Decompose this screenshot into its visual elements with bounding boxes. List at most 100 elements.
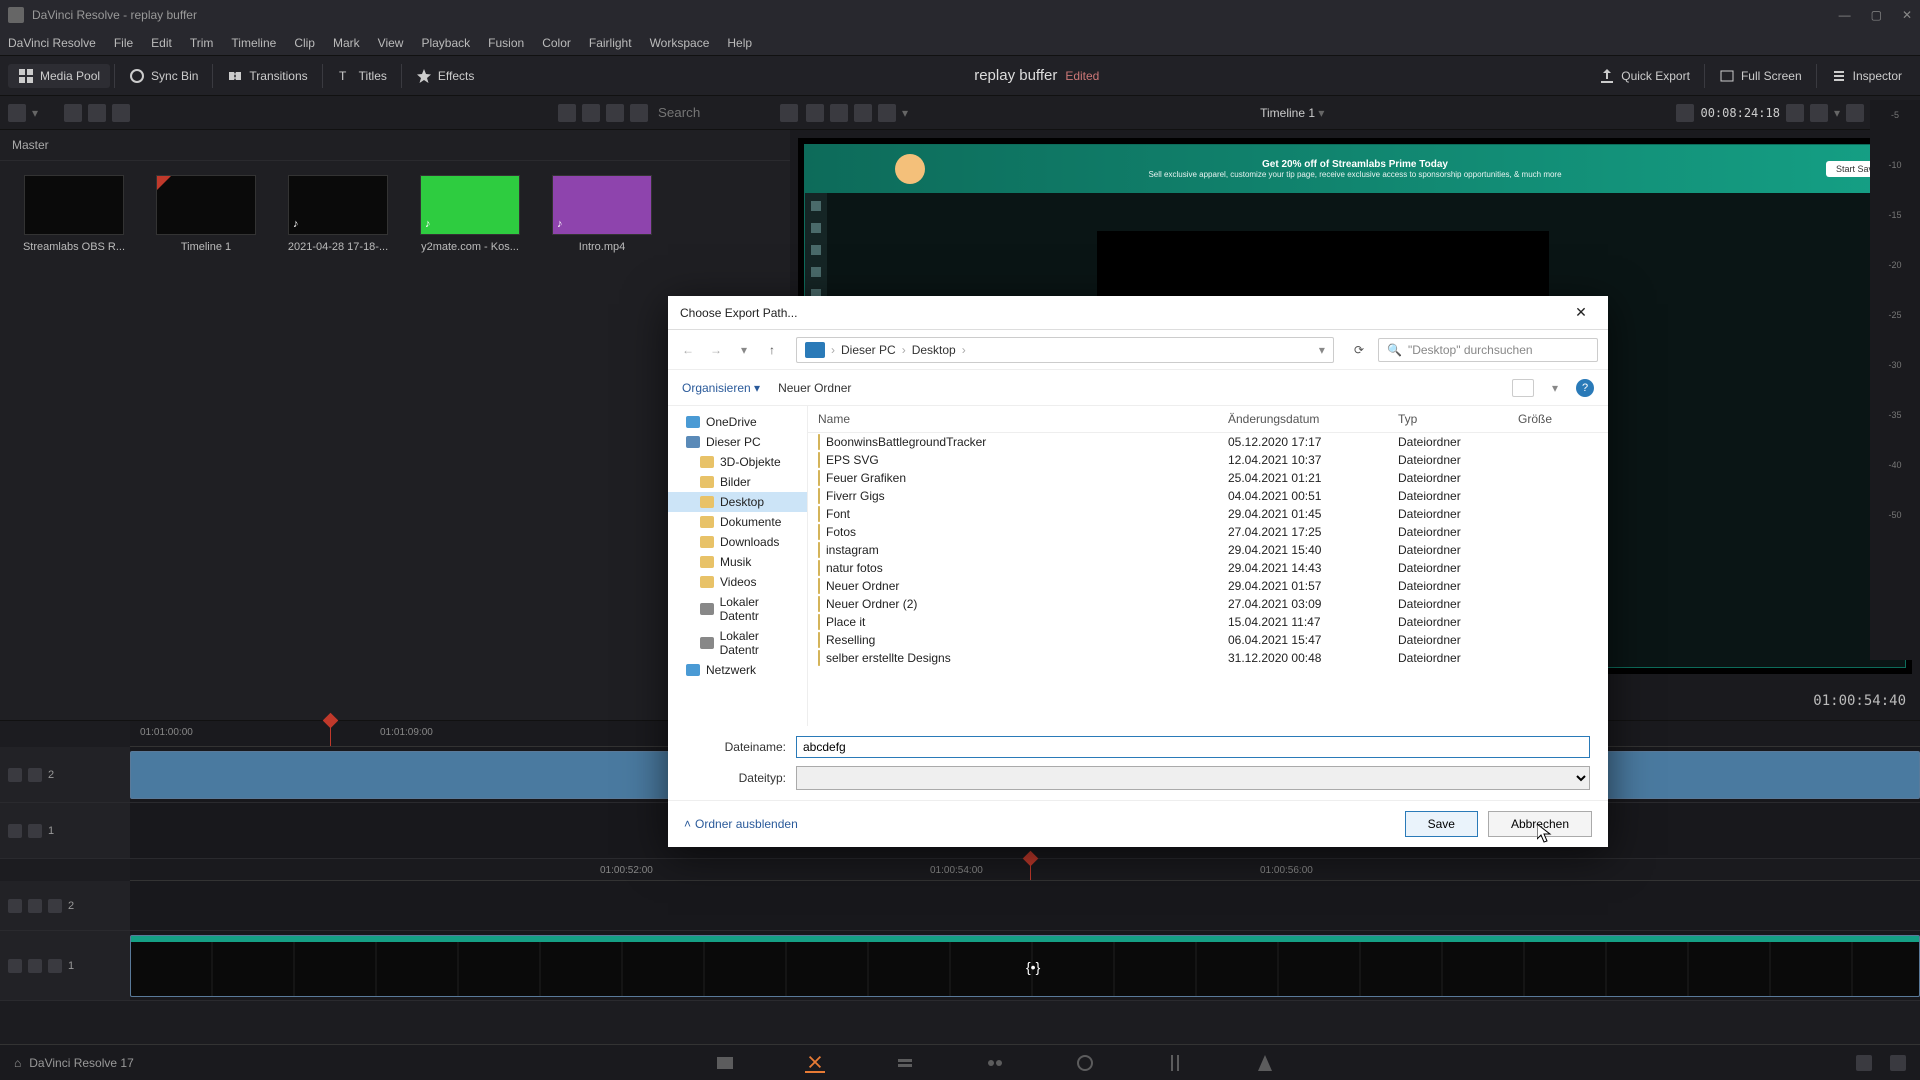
tree-item[interactable]: Lokaler Datentr [668, 626, 807, 660]
list-item[interactable]: Fotos27.04.2021 17:25Dateiordner [808, 523, 1608, 541]
tree-item[interactable]: Dieser PC [668, 432, 807, 452]
breadcrumb[interactable]: Dieser PC [841, 343, 896, 357]
media-clip[interactable]: ♪y2mate.com - Kos... [410, 175, 530, 253]
minimize-button[interactable]: — [1839, 8, 1851, 22]
quick-export-button[interactable]: Quick Export [1589, 64, 1700, 88]
refresh-button[interactable]: ⟳ [1348, 343, 1370, 357]
list-view-icon[interactable] [582, 104, 600, 122]
hide-folders-button[interactable]: ˄ Ordner ausblenden [684, 817, 798, 831]
marker-icon[interactable]: {•} [1026, 959, 1040, 975]
track-lock-icon[interactable] [8, 768, 22, 782]
edit-page-icon[interactable] [895, 1053, 915, 1073]
fusion-page-icon[interactable] [985, 1053, 1005, 1073]
home-icon[interactable]: ⌂ [14, 1056, 21, 1070]
track-solo-icon[interactable] [28, 959, 42, 973]
list-item[interactable]: Reselling06.04.2021 15:47Dateiordner [808, 631, 1608, 649]
menu-edit[interactable]: Edit [151, 36, 172, 50]
audio-video-clip[interactable] [130, 935, 1920, 997]
viewer-opt4-icon[interactable] [878, 104, 896, 122]
list-item[interactable]: selber erstellte Designs31.12.2020 00:48… [808, 649, 1608, 667]
overview-playhead[interactable] [330, 721, 331, 746]
list-item[interactable]: Font29.04.2021 01:45Dateiordner [808, 505, 1608, 523]
menu-mark[interactable]: Mark [333, 36, 360, 50]
sync-bin-button[interactable]: Sync Bin [119, 64, 208, 88]
nav-forward-button[interactable]: → [706, 343, 726, 357]
close-button[interactable]: ✕ [1902, 8, 1912, 22]
tree-item[interactable]: Musik [668, 552, 807, 572]
track-lock-icon[interactable] [8, 824, 22, 838]
titles-button[interactable]: T Titles [327, 64, 397, 88]
search-input[interactable] [654, 101, 774, 124]
viewer-opt1-icon[interactable] [806, 104, 824, 122]
sort-icon[interactable] [780, 104, 798, 122]
timeline-ruler-detail[interactable]: 01:00:52:00 01:00:54:00 01:00:56:00 [130, 859, 1920, 881]
new-folder-button[interactable]: Neuer Ordner [778, 381, 851, 395]
menu-color[interactable]: Color [542, 36, 571, 50]
effects-button[interactable]: Effects [406, 64, 484, 88]
media-page-icon[interactable] [715, 1053, 735, 1073]
thumbnail-view-icon[interactable] [558, 104, 576, 122]
project-settings-icon[interactable] [1890, 1055, 1906, 1071]
cut-page-icon[interactable] [805, 1053, 825, 1073]
list-item[interactable]: instagram29.04.2021 15:40Dateiordner [808, 541, 1608, 559]
media-clip[interactable]: ♪2021-04-28 17-18-... [278, 175, 398, 253]
bin-list-icon[interactable] [8, 104, 26, 122]
tree-item[interactable]: Bilder [668, 472, 807, 492]
dialog-close-button[interactable]: ✕ [1566, 304, 1596, 321]
list-item[interactable]: Neuer Ordner29.04.2021 01:57Dateiordner [808, 577, 1608, 595]
menu-fusion[interactable]: Fusion [488, 36, 524, 50]
search-icon[interactable] [630, 104, 648, 122]
help-button[interactable]: ? [1576, 379, 1594, 397]
dialog-search-input[interactable]: 🔍 "Desktop" durchsuchen [1378, 338, 1598, 362]
address-bar[interactable]: › Dieser PC › Desktop › ▾ [796, 337, 1334, 363]
full-screen-button[interactable]: Full Screen [1709, 64, 1812, 88]
menu-trim[interactable]: Trim [190, 36, 214, 50]
menu-workspace[interactable]: Workspace [650, 36, 710, 50]
bin-header[interactable]: Master [0, 130, 790, 161]
loop-icon[interactable] [1676, 104, 1694, 122]
viewer-opt3-icon[interactable] [854, 104, 872, 122]
list-item[interactable]: natur fotos29.04.2021 14:43Dateiordner [808, 559, 1608, 577]
tree-item[interactable]: Desktop [668, 492, 807, 512]
refresh-icon[interactable] [112, 104, 130, 122]
tree-item[interactable]: Netzwerk [668, 660, 807, 680]
menu-davinci-resolve[interactable]: DaVinci Resolve [8, 36, 96, 50]
tree-item[interactable]: OneDrive [668, 412, 807, 432]
menu-file[interactable]: File [114, 36, 133, 50]
track-tools-icon[interactable] [28, 768, 42, 782]
media-clip[interactable]: Timeline 1 [146, 175, 266, 253]
menu-timeline[interactable]: Timeline [231, 36, 276, 50]
file-list[interactable]: Name Änderungsdatum Typ Größe BoonwinsBa… [808, 406, 1608, 726]
timeline-name[interactable]: Timeline 1 ▾ [914, 106, 1670, 120]
track-tools-icon[interactable] [28, 824, 42, 838]
menu-playback[interactable]: Playback [421, 36, 470, 50]
track-lock-icon[interactable] [48, 899, 62, 913]
import-folder-icon[interactable] [88, 104, 106, 122]
list-item[interactable]: Fiverr Gigs04.04.2021 00:51Dateiordner [808, 487, 1608, 505]
strip-view-icon[interactable] [606, 104, 624, 122]
list-item[interactable]: Neuer Ordner (2)27.04.2021 03:09Dateiord… [808, 595, 1608, 613]
media-pool-button[interactable]: Media Pool [8, 64, 110, 88]
track-mute-icon[interactable] [8, 899, 22, 913]
nav-up-button[interactable]: ↑ [762, 343, 782, 357]
organize-button[interactable]: Organisieren ▾ [682, 381, 760, 395]
track-solo-icon[interactable] [28, 899, 42, 913]
media-clip[interactable]: ♪Intro.mp4 [542, 175, 662, 253]
tree-item[interactable]: Dokumente [668, 512, 807, 532]
menu-clip[interactable]: Clip [294, 36, 315, 50]
bypass-icon[interactable] [1846, 104, 1864, 122]
filename-input[interactable] [796, 736, 1590, 758]
list-item[interactable]: EPS SVG12.04.2021 10:37Dateiordner [808, 451, 1608, 469]
project-manager-icon[interactable] [1856, 1055, 1872, 1071]
view-mode-button[interactable] [1512, 379, 1534, 397]
inspector-button[interactable]: Inspector [1821, 64, 1912, 88]
track-lock-icon[interactable] [48, 959, 62, 973]
list-item[interactable]: Feuer Grafiken25.04.2021 01:21Dateiordne… [808, 469, 1608, 487]
menu-view[interactable]: View [378, 36, 404, 50]
tc-opt-icon[interactable] [1810, 104, 1828, 122]
tree-item[interactable]: Lokaler Datentr [668, 592, 807, 626]
menu-fairlight[interactable]: Fairlight [589, 36, 632, 50]
list-item[interactable]: Place it15.04.2021 11:47Dateiordner [808, 613, 1608, 631]
deliver-page-icon[interactable] [1255, 1053, 1275, 1073]
nav-back-button[interactable]: ← [678, 343, 698, 357]
